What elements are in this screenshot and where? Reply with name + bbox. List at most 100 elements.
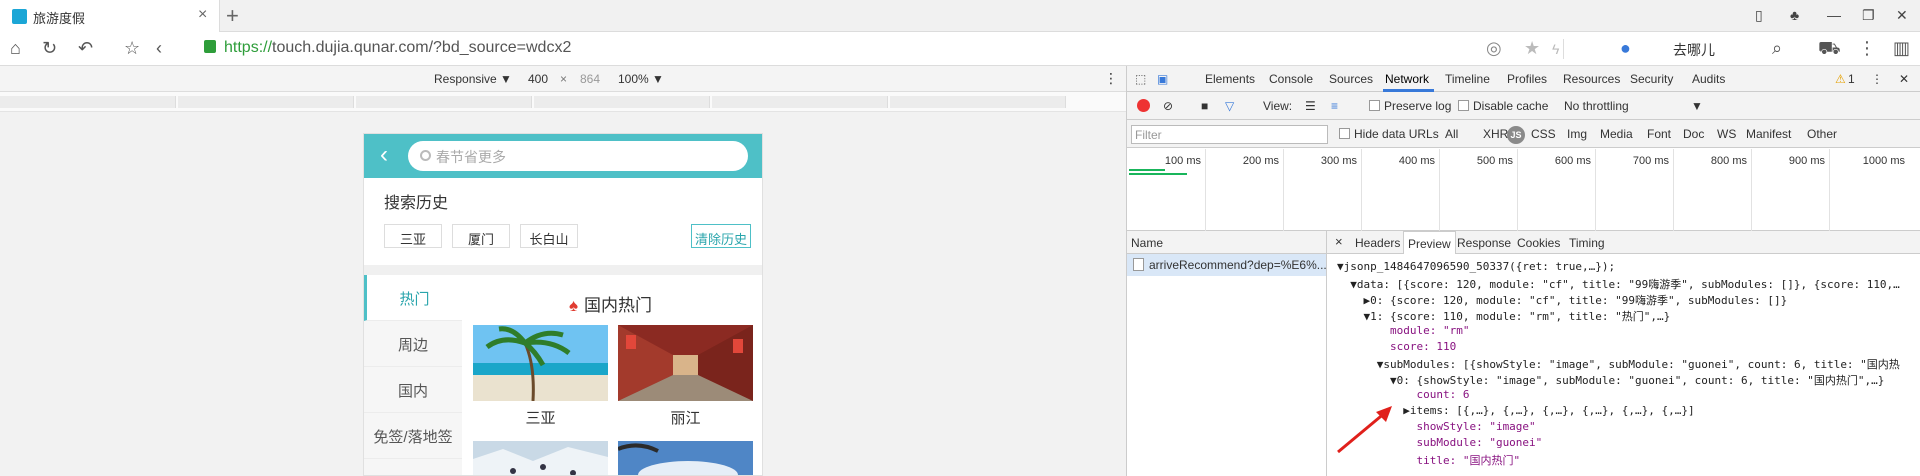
filter-xhr[interactable]: XHR [1483,127,1508,141]
devtools-menu-icon[interactable]: ⋮ [1871,72,1883,86]
search-icon[interactable]: ⌕ [1772,38,1782,59]
clear-icon[interactable]: ⊘ [1163,99,1173,113]
reload-icon[interactable]: ↻ [42,38,57,59]
search-box[interactable]: 去哪儿 [1673,40,1715,60]
preview-line[interactable]: ▶0: {score: 120, module: "cf", title: "9… [1337,292,1787,308]
filter-media[interactable]: Media [1600,127,1633,141]
filter-ws[interactable]: WS [1717,127,1736,141]
throttling-dropdown-icon[interactable]: ▼ [1691,99,1703,113]
device-mode-icon[interactable]: ▣ [1157,72,1168,86]
inspect-icon[interactable]: ⬚ [1135,72,1146,86]
preview-line[interactable]: ▼1: {score: 110, module: "rm", title: "热… [1337,308,1670,324]
category-item-domestic[interactable]: 国内 [364,367,462,413]
filter-css[interactable]: CSS [1531,127,1556,141]
close-window-icon[interactable]: ✕ [1896,7,1908,24]
detail-tab-headers[interactable]: Headers [1355,236,1400,250]
detail-tab-response[interactable]: Response [1457,236,1511,250]
tab-security[interactable]: Security [1630,72,1673,86]
category-item-nearby[interactable]: 周边 [364,321,462,367]
sidebar-toggle-icon[interactable]: ▥ [1893,38,1910,59]
throttling-select[interactable]: No throttling [1564,99,1629,113]
hide-data-urls-checkbox[interactable]: Hide data URLs [1339,127,1439,141]
device-mode-select[interactable]: Responsive ▼ [434,72,512,86]
clear-history-button[interactable]: 清除历史 [691,224,751,248]
request-row[interactable]: arriveRecommend?dep=%E6%... [1127,254,1327,276]
filter-img[interactable]: Img [1567,127,1587,141]
tab-sources[interactable]: Sources [1329,72,1373,86]
capture-screenshots-icon[interactable]: ■ [1201,99,1208,113]
detail-tab-cookies[interactable]: Cookies [1517,236,1560,250]
preview-line[interactable]: ▼subModules: [{showStyle: "image", subMo… [1337,356,1900,372]
bookmark-star-icon[interactable]: ☆ [124,38,140,59]
menu-dots-icon[interactable]: ⋮ [1858,38,1876,59]
preview-line[interactable]: ▼data: [{score: 120, module: "cf", title… [1337,276,1900,292]
history-chip[interactable]: 三亚 [384,224,442,248]
request-bar [1129,173,1187,175]
tab-profiles[interactable]: Profiles [1507,72,1547,86]
restore-icon[interactable]: ❐ [1862,7,1875,24]
filter-all[interactable]: All [1445,127,1458,141]
mobile-search-input[interactable]: 春节省更多 [408,141,748,171]
skin-icon[interactable]: ♣ [1790,7,1799,23]
history-chip[interactable]: 厦门 [452,224,510,248]
home-icon[interactable]: ⌂ [10,38,21,59]
destination-image-sky[interactable] [618,441,753,475]
device-menu-icon[interactable]: ⋮ [1104,70,1118,87]
filter-manifest[interactable]: Manifest [1746,127,1791,141]
tab-console[interactable]: Console [1269,72,1313,86]
device-height-input[interactable]: 864 [580,72,600,86]
location-icon[interactable]: ◎ [1486,38,1502,59]
detail-tab-timing[interactable]: Timing [1569,236,1605,250]
device-width-input[interactable]: 400 [528,72,548,86]
detail-tab-preview[interactable]: Preview [1403,231,1456,254]
destination-image-sanya[interactable] [473,325,608,401]
search-engine-icon[interactable]: ● [1620,38,1631,59]
timeline-label: 1000 ms [1862,155,1905,167]
timeline-label: 400 ms [1398,155,1435,167]
filter-bar: Filter Hide data URLs All XHR JS CSS Img… [1127,120,1920,148]
timeline-label: 300 ms [1320,155,1357,167]
overview-icon[interactable]: ≡ [1331,99,1338,113]
favorite-star-icon[interactable]: ★ [1524,38,1540,59]
tab-network[interactable]: Network [1385,72,1429,86]
history-chip[interactable]: 长白山 [520,224,578,248]
preview-line[interactable]: ▼jsonp_1484647096590_50337({ret: true,…}… [1337,260,1615,273]
preview-line[interactable]: ▼0: {showStyle: "image", subModule: "guo… [1337,372,1884,388]
record-icon[interactable] [1137,99,1150,112]
detail-close-icon[interactable]: × [1335,234,1343,249]
warning-icon[interactable]: ⚠ [1835,72,1846,86]
tab-resources[interactable]: Resources [1563,72,1620,86]
filter-icon[interactable]: ▽ [1225,99,1234,113]
destination-image-lijiang[interactable] [618,325,753,401]
tab-timeline[interactable]: Timeline [1445,72,1490,86]
filter-other[interactable]: Other [1807,127,1837,141]
disable-cache-checkbox[interactable]: Disable cache [1458,99,1548,113]
tab-audits[interactable]: Audits [1692,72,1725,86]
pagoda-icon: ♠ [569,296,579,315]
tab-elements[interactable]: Elements [1205,72,1255,86]
filter-font[interactable]: Font [1647,127,1671,141]
zoom-select[interactable]: 100% ▼ [618,72,664,86]
url-field[interactable]: https://touch.dujia.qunar.com/?bd_source… [204,39,571,57]
category-item-hot[interactable]: 热门 [364,275,462,321]
browser-tab[interactable]: 旅游度假 × [0,0,220,32]
devtools-panel: ⬚ ▣ Elements Console Sources Network Tim… [1126,66,1920,476]
filter-input[interactable]: Filter [1131,125,1328,144]
name-column-header[interactable]: Name [1127,231,1327,254]
reader-icon[interactable]: ▯ [1755,7,1763,24]
back-icon[interactable]: ‹ [156,38,162,59]
new-tab-icon[interactable]: + [226,3,239,29]
category-item-visa-free[interactable]: 免签/落地签 [364,413,462,459]
cart-icon[interactable]: ⛟ [1818,38,1841,62]
undo-icon[interactable]: ↶ [78,38,93,59]
filter-doc[interactable]: Doc [1683,127,1704,141]
destination-image-snow[interactable] [473,441,608,475]
preserve-log-checkbox[interactable]: Preserve log [1369,99,1451,113]
back-chevron-icon[interactable]: ‹ [380,141,388,169]
devtools-close-icon[interactable]: ✕ [1899,72,1909,86]
large-rows-icon[interactable]: ☰ [1305,99,1316,113]
tab-close-icon[interactable]: × [198,6,207,24]
flash-icon[interactable]: ϟ [1552,41,1559,57]
minimize-icon[interactable]: — [1827,7,1841,23]
filter-js[interactable]: JS [1507,126,1525,144]
